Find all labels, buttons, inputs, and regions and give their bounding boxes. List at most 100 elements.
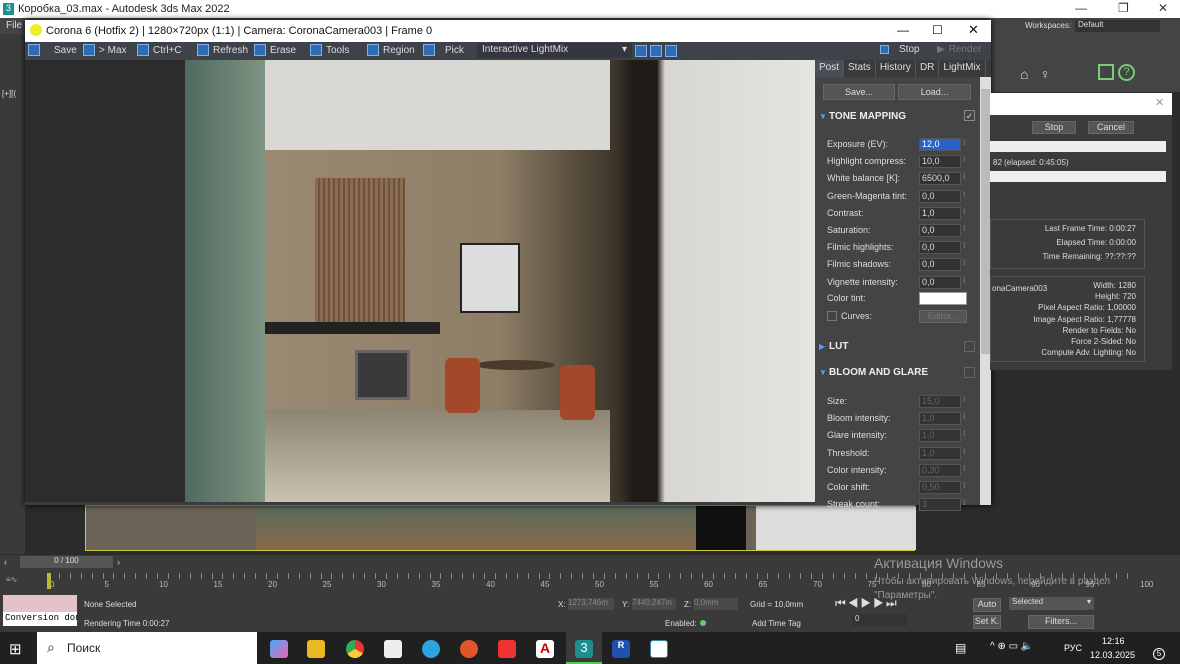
y-coordinate[interactable]: 7440,247m: [632, 598, 676, 610]
x-coordinate[interactable]: 1273,746m: [568, 598, 614, 610]
add-time-tag[interactable]: Add Time Tag: [752, 619, 801, 628]
viewport[interactable]: [85, 505, 916, 551]
copilot-icon[interactable]: [270, 640, 288, 658]
widgets-icon[interactable]: ▤: [955, 641, 966, 655]
color-tint-swatch[interactable]: [919, 292, 967, 305]
lut-header[interactable]: LUT: [829, 341, 848, 352]
tab-stats[interactable]: Stats: [844, 60, 876, 77]
chrome-icon[interactable]: [346, 640, 364, 658]
store-icon[interactable]: [384, 640, 402, 658]
stop-button[interactable]: Stop: [880, 44, 920, 55]
pick-button[interactable]: Pick: [423, 44, 464, 56]
next-frame-button[interactable]: ›: [117, 557, 120, 567]
setting-value-field[interactable]: 0,50: [919, 481, 961, 494]
curve-editor-icon[interactable]: ≡∿: [6, 575, 17, 584]
revit-icon[interactable]: R: [612, 640, 630, 658]
collapsed-icon[interactable]: ▶: [819, 342, 825, 351]
menu-file[interactable]: File: [6, 20, 22, 31]
3dsmax-taskbar-button[interactable]: 3: [566, 632, 602, 664]
language-indicator[interactable]: РУС: [1064, 643, 1082, 653]
spinner-icon[interactable]: ⁝: [963, 395, 966, 404]
zoom-fit-icon[interactable]: [665, 45, 677, 57]
start-button[interactable]: ⊞: [9, 640, 22, 658]
enabled-indicator[interactable]: [700, 620, 706, 626]
spinner-icon[interactable]: ⁝: [963, 447, 966, 456]
setting-value-field[interactable]: 1,0: [919, 206, 961, 220]
app-icon[interactable]: [460, 640, 478, 658]
setting-value-field[interactable]: 0,0: [919, 224, 961, 237]
tab-post[interactable]: Post: [815, 60, 845, 77]
spinner-icon[interactable]: ⁝: [963, 464, 966, 473]
lightmix-dropdown[interactable]: Interactive LightMix ▾: [477, 43, 632, 58]
save-button[interactable]: Save: [28, 44, 77, 56]
setting-value-field[interactable]: 6500,0: [919, 172, 961, 186]
tray-icons[interactable]: ^ ⊕ ▭ 🔈: [990, 641, 1033, 652]
setting-value-field[interactable]: 1,0: [919, 429, 961, 443]
time-cursor[interactable]: [47, 573, 51, 589]
tab-lightmix[interactable]: LightMix: [939, 60, 986, 77]
notification-badge[interactable]: 5: [1153, 648, 1165, 660]
timeline-track[interactable]: 0 5 10 15 20 25 30 35 40 45 50 55 60 65 70 75 80 85 90 95 10…: [47, 573, 1153, 593]
maxscript-output[interactable]: Conversion don: [3, 612, 77, 626]
setting-value-field[interactable]: 10,0: [919, 155, 961, 169]
telegram-icon[interactable]: [422, 640, 440, 658]
clock-date[interactable]: 12.03.2025: [1090, 650, 1135, 660]
key-filter-dropdown[interactable]: Selected ▾: [1009, 597, 1094, 610]
search-box[interactable]: ⌕ Поиск: [37, 632, 257, 664]
vfb-minimize-button[interactable]: —: [897, 23, 909, 37]
spinner-icon[interactable]: ⁝: [963, 172, 966, 181]
tone-mapping-header[interactable]: TONE MAPPING: [829, 111, 906, 122]
spinner-icon[interactable]: ⁝: [963, 155, 966, 164]
filters-button[interactable]: Filters...: [1028, 615, 1094, 629]
spinner-icon[interactable]: ⁝: [963, 429, 966, 438]
anydesk-icon[interactable]: [498, 640, 516, 658]
copy-button[interactable]: Ctrl+C: [137, 44, 182, 56]
post-load-button[interactable]: Load...: [898, 84, 971, 100]
maxscript-listener[interactable]: [3, 595, 77, 612]
lut-checkbox[interactable]: [964, 341, 975, 352]
vfb-maximize-button[interactable]: ☐: [932, 23, 943, 37]
spinner-icon[interactable]: ⁝: [963, 276, 966, 285]
clock-time[interactable]: 12:16: [1102, 636, 1125, 646]
time-slider[interactable]: 0 / 100: [20, 556, 113, 568]
zoom-in-icon[interactable]: [635, 45, 647, 57]
to-max-button[interactable]: > Max: [83, 44, 127, 56]
setting-value-field[interactable]: 15,0: [919, 395, 961, 408]
bloom-glare-header[interactable]: BLOOM AND GLARE: [829, 367, 928, 378]
setting-value-field[interactable]: 0,0: [919, 275, 961, 289]
setting-value-field[interactable]: 0,30: [919, 463, 961, 477]
spinner-icon[interactable]: ⁝: [963, 224, 966, 233]
setting-value-field[interactable]: 1,0: [919, 412, 961, 426]
setting-value-field[interactable]: 1,0: [919, 446, 961, 460]
maximize-button[interactable]: ❐: [1118, 1, 1129, 15]
progress-cancel-button[interactable]: Cancel: [1088, 121, 1134, 134]
progress-stop-button[interactable]: Stop: [1032, 121, 1076, 134]
auto-key-button[interactable]: Auto: [973, 598, 1001, 612]
playback-controls[interactable]: ⏮◀▶▶⏭: [835, 596, 899, 611]
region-button[interactable]: Region: [367, 44, 415, 56]
spinner-icon[interactable]: ⁝: [963, 207, 966, 216]
bloom-checkbox[interactable]: [964, 367, 975, 378]
spinner-icon[interactable]: ⁝: [963, 190, 966, 199]
z-coordinate[interactable]: 0,0mm: [694, 598, 738, 610]
post-save-button[interactable]: Save...: [823, 84, 895, 100]
minimize-button[interactable]: —: [1075, 1, 1087, 15]
expand-icon[interactable]: ▼: [819, 368, 827, 377]
current-frame-field[interactable]: 0: [852, 614, 907, 626]
expand-icon[interactable]: ▼: [819, 112, 827, 121]
setting-value-field[interactable]: 0,0: [919, 189, 961, 203]
spinner-icon[interactable]: ⁝: [963, 138, 966, 147]
spinner-icon[interactable]: ⁝: [963, 258, 966, 267]
dialog-close-icon[interactable]: ✕: [1155, 96, 1164, 109]
prev-frame-button[interactable]: ‹: [4, 557, 7, 567]
set-key-button[interactable]: Set K.: [973, 615, 1001, 629]
vfb-close-button[interactable]: ✕: [968, 22, 979, 38]
setting-value-field[interactable]: 0,0: [919, 241, 961, 255]
close-button[interactable]: ✕: [1158, 1, 1168, 15]
tone-mapping-checkbox[interactable]: ✓: [964, 110, 975, 121]
tab-dr[interactable]: DR: [916, 60, 940, 77]
display-icon[interactable]: ⌂: [1020, 66, 1028, 82]
setting-value-field[interactable]: 0,0: [919, 258, 961, 272]
viewport-label[interactable]: [+][(: [2, 89, 16, 98]
spinner-icon[interactable]: ⁝: [963, 498, 966, 507]
